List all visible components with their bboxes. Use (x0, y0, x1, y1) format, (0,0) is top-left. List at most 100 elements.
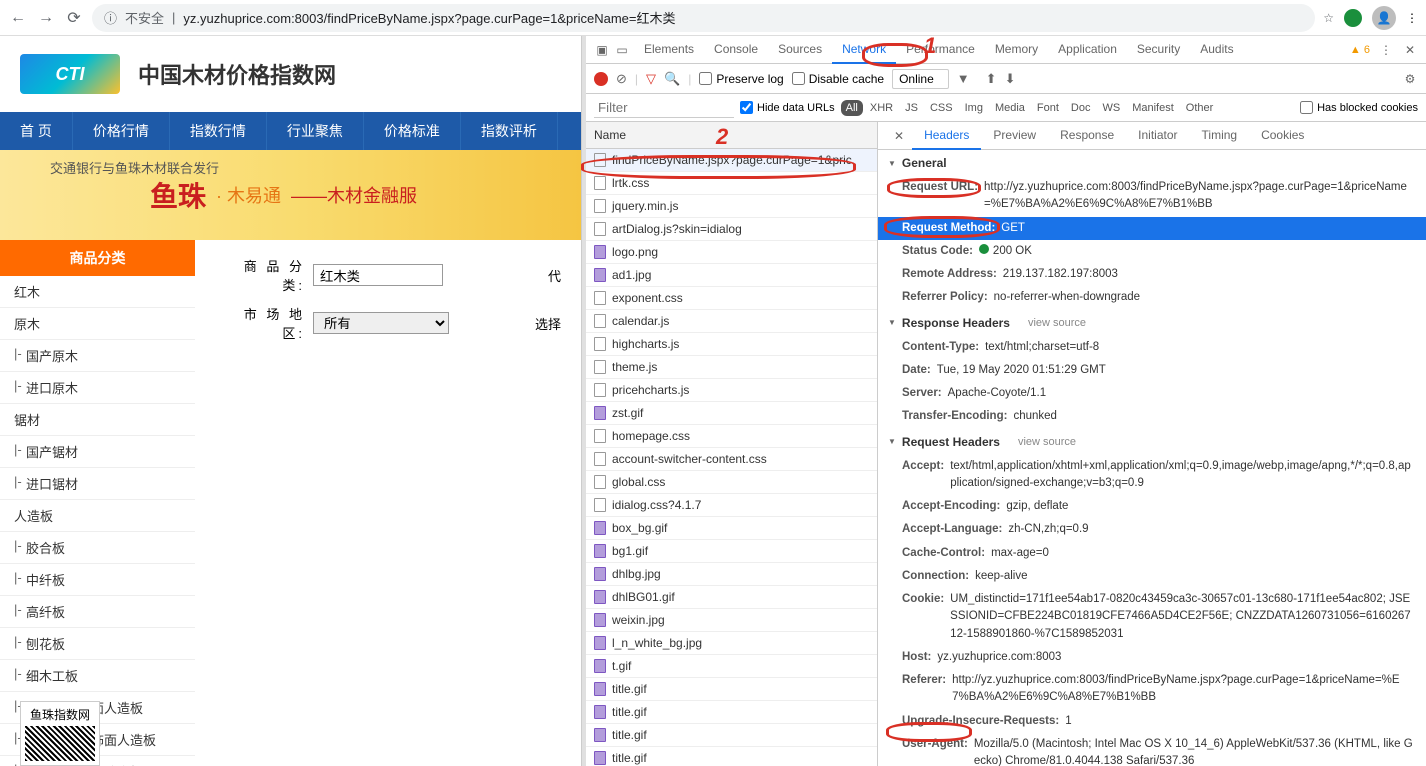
filter-chip-css[interactable]: CSS (925, 100, 958, 116)
header-row[interactable]: Upgrade-Insecure-Requests:1 (878, 710, 1426, 733)
detail-tab-timing[interactable]: Timing (1190, 122, 1250, 150)
name-column-header[interactable]: Name (586, 122, 877, 149)
sidebar-item[interactable]: 刨花板 (0, 628, 195, 660)
header-row[interactable]: Accept-Language:zh-CN,zh;q=0.9 (878, 518, 1426, 541)
detail-tab-preview[interactable]: Preview (981, 122, 1048, 150)
devtools-tab-console[interactable]: Console (704, 36, 768, 64)
warnings-badge[interactable]: ▲ 6 (1350, 44, 1370, 56)
network-row[interactable]: box_bg.gif (586, 517, 877, 540)
sidebar-item[interactable]: 高纤板 (0, 596, 195, 628)
category-input[interactable] (313, 264, 443, 286)
filter-chip-doc[interactable]: Doc (1066, 100, 1096, 116)
header-row[interactable]: Accept-Encoding:gzip, deflate (878, 495, 1426, 518)
section-header[interactable]: Response Headersview source (878, 310, 1426, 336)
close-icon[interactable]: ✕ (1402, 42, 1418, 58)
profile-icon[interactable]: 👤 (1372, 6, 1396, 30)
header-row[interactable]: Accept:text/html,application/xhtml+xml,a… (878, 455, 1426, 496)
nav-item[interactable]: 首 页 (0, 112, 73, 150)
view-source-link[interactable]: view source (1018, 436, 1076, 448)
sidebar-item[interactable]: 人造板 (0, 500, 195, 532)
nav-item[interactable]: 行业聚焦 (267, 112, 364, 150)
preserve-log-checkbox[interactable]: Preserve log (699, 72, 783, 86)
header-row[interactable]: Referrer Policy:no-referrer-when-downgra… (878, 286, 1426, 309)
upload-icon[interactable]: ⬆ (986, 71, 997, 87)
sidebar-item[interactable]: 进口锯材 (0, 468, 195, 500)
sidebar-item[interactable]: 细木工板 (0, 660, 195, 692)
filter-input[interactable] (594, 98, 734, 118)
filter-chip-manifest[interactable]: Manifest (1127, 100, 1179, 116)
sidebar-item[interactable]: 锯材 (0, 404, 195, 436)
header-row[interactable]: Server:Apache-Coyote/1.1 (878, 382, 1426, 405)
bookmark-icon[interactable]: ☆ (1323, 11, 1334, 25)
filter-chip-js[interactable]: JS (900, 100, 923, 116)
filter-chip-other[interactable]: Other (1181, 100, 1219, 116)
header-row[interactable]: Status Code:200 OK (878, 240, 1426, 263)
network-row[interactable]: title.gif (586, 678, 877, 701)
extension-icon[interactable] (1344, 9, 1362, 27)
network-row[interactable]: lrtk.css (586, 172, 877, 195)
devtools-tab-application[interactable]: Application (1048, 36, 1127, 64)
network-row[interactable]: dhlbg.jpg (586, 563, 877, 586)
device-icon[interactable]: ▭ (614, 42, 630, 58)
detail-tab-initiator[interactable]: Initiator (1126, 122, 1189, 150)
nav-item[interactable]: 指数评析 (461, 112, 558, 150)
blocked-cookies-checkbox[interactable]: Has blocked cookies (1300, 101, 1418, 114)
devtools-tab-audits[interactable]: Audits (1190, 36, 1243, 64)
devtools-tab-performance[interactable]: Performance (896, 36, 985, 64)
network-row[interactable]: weixin.jpg (586, 609, 877, 632)
header-row[interactable]: User-Agent:Mozilla/5.0 (Macintosh; Intel… (878, 733, 1426, 766)
header-row[interactable]: Connection:keep-alive (878, 565, 1426, 588)
devtools-tab-sources[interactable]: Sources (768, 36, 832, 64)
site-logo[interactable]: CTI (20, 54, 120, 94)
sidebar-item[interactable]: 红木 (0, 276, 195, 308)
clear-icon[interactable]: ⊘ (616, 71, 627, 87)
record-icon[interactable] (594, 72, 608, 86)
network-row[interactable]: theme.js (586, 356, 877, 379)
network-row[interactable]: homepage.css (586, 425, 877, 448)
network-row[interactable]: findPriceByName.jspx?page.curPage=1&pric… (586, 149, 877, 172)
filter-chip-all[interactable]: All (841, 100, 863, 116)
filter-chip-xhr[interactable]: XHR (865, 100, 898, 116)
network-row[interactable]: global.css (586, 471, 877, 494)
inspect-icon[interactable]: ▣ (594, 42, 610, 58)
devtools-tab-elements[interactable]: Elements (634, 36, 704, 64)
network-row[interactable]: idialog.css?4.1.7 (586, 494, 877, 517)
filter-chip-media[interactable]: Media (990, 100, 1030, 116)
network-row[interactable]: t.gif (586, 655, 877, 678)
reload-icon[interactable]: ⟳ (64, 8, 84, 28)
forward-icon[interactable]: → (36, 8, 56, 28)
header-row[interactable]: Date:Tue, 19 May 2020 01:51:29 GMT (878, 359, 1426, 382)
network-row[interactable]: highcharts.js (586, 333, 877, 356)
network-row[interactable]: title.gif (586, 724, 877, 747)
download-icon[interactable]: ⬇ (1005, 71, 1016, 87)
back-icon[interactable]: ← (8, 8, 28, 28)
network-row[interactable]: zst.gif (586, 402, 877, 425)
header-row[interactable]: Cookie:UM_distinctid=171f1ee54ab17-0820c… (878, 588, 1426, 646)
nav-item[interactable]: 价格行情 (73, 112, 170, 150)
section-header[interactable]: Request Headersview source (878, 429, 1426, 455)
settings-icon[interactable]: ⋮ (1378, 42, 1394, 58)
detail-tab-headers[interactable]: Headers (912, 122, 981, 150)
devtools-tab-memory[interactable]: Memory (985, 36, 1048, 64)
region-select[interactable]: 所有 (313, 312, 449, 334)
sidebar-item[interactable]: 胶合板 (0, 532, 195, 564)
header-row[interactable]: Cache-Control:max-age=0 (878, 542, 1426, 565)
network-row[interactable]: dhlBG01.gif (586, 586, 877, 609)
view-source-link[interactable]: view source (1028, 317, 1086, 329)
network-row[interactable]: calendar.js (586, 310, 877, 333)
detail-tab-response[interactable]: Response (1048, 122, 1126, 150)
header-row[interactable]: Host:yz.yuzhuprice.com:8003 (878, 646, 1426, 669)
devtools-tab-network[interactable]: Network (832, 36, 896, 64)
detail-tab-cookies[interactable]: Cookies (1249, 122, 1316, 150)
network-row[interactable]: bg1.gif (586, 540, 877, 563)
header-row[interactable]: Remote Address:219.137.182.197:8003 (878, 263, 1426, 286)
nav-item[interactable]: 指数行情 (170, 112, 267, 150)
header-row[interactable]: Content-Type:text/html;charset=utf-8 (878, 336, 1426, 359)
sidebar-item[interactable]: 国产锯材 (0, 436, 195, 468)
sidebar-item[interactable]: 进口原木 (0, 372, 195, 404)
sidebar-item[interactable]: 中纤板 (0, 564, 195, 596)
section-header[interactable]: General (878, 150, 1426, 176)
header-row[interactable]: Referer:http://yz.yuzhuprice.com:8003/fi… (878, 669, 1426, 710)
network-row[interactable]: title.gif (586, 701, 877, 724)
nav-item[interactable]: 价格标准 (364, 112, 461, 150)
